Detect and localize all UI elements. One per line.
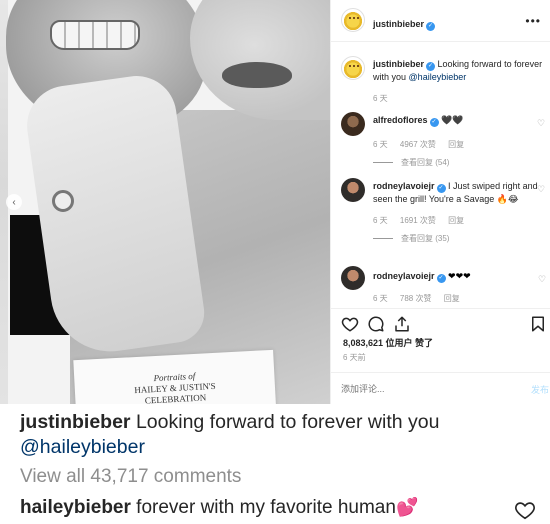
verified-badge-icon: ✓: [436, 184, 446, 193]
comment-time: 6 天: [373, 140, 388, 149]
comment-avatar[interactable]: [341, 178, 365, 202]
more-options-icon[interactable]: •••: [525, 14, 541, 28]
post-card: Portraits of HAILEY & JUSTIN'S CELEBRATI…: [0, 0, 550, 404]
replies-dash: [373, 162, 393, 163]
comment-item: rodneylavoiejr ✓ ❤❤❤ 6 天 788 次赞 回复: [373, 270, 541, 302]
verified-badge-icon: ✓: [426, 22, 436, 31]
comment-like-heart-icon[interactable]: ♡: [537, 274, 547, 284]
comment-item: rodneylavoiejr ✓ I Just swiped right and …: [373, 180, 541, 244]
share-icon[interactable]: [393, 315, 411, 333]
likes-count[interactable]: 8,083,621 位用户 赞了: [343, 336, 433, 349]
bottom-comment-username[interactable]: haileybieber: [20, 497, 131, 518]
comment-reply-button[interactable]: 回复: [448, 140, 464, 149]
bottom-caption-text: Looking forward to forever with you: [135, 411, 440, 433]
comment-meta: 6 天 788 次赞 回复: [373, 293, 541, 302]
like-heart-icon[interactable]: [341, 315, 359, 333]
comment-reply-button[interactable]: 回复: [448, 216, 464, 225]
bottom-comment: haileybieber forever with my favorite hu…: [20, 497, 418, 519]
caption: justinbieber ✓ Looking forward to forever…: [373, 58, 543, 104]
photo-lips: [222, 62, 292, 88]
view-replies-label[interactable]: 查看回复 (54): [401, 157, 449, 168]
comment-likes[interactable]: 4967 次赞: [400, 140, 436, 149]
bottom-comment-text: forever with my favorite human: [136, 497, 396, 518]
publish-button[interactable]: 发布: [531, 383, 549, 396]
caption-mention[interactable]: @haileybieber: [409, 72, 467, 82]
comment-like-heart-icon[interactable]: ♡: [536, 118, 546, 128]
photo-program-text: Portraits of HAILEY & JUSTIN'S CELEBRATI…: [109, 369, 241, 404]
comment-text: rodneylavoiejr ✓ ❤❤❤: [373, 270, 541, 283]
comment-avatar[interactable]: [341, 266, 365, 290]
caption-text: justinbieber ✓ Looking forward to forever…: [373, 58, 543, 83]
comment-body: 🖤🖤: [441, 115, 464, 125]
replies-dash: [373, 238, 393, 239]
add-comment-bar: 发布: [331, 372, 550, 404]
comment-username[interactable]: rodneylavoiejr: [373, 271, 435, 281]
post-photo[interactable]: Portraits of HAILEY & JUSTIN'S CELEBRATI…: [0, 0, 330, 404]
comment-time: 6 天: [373, 294, 388, 302]
comment-time: 6 天: [373, 216, 388, 225]
view-all-comments[interactable]: View all 43,717 comments: [20, 466, 241, 488]
comment-item: alfredoflores ✓ 🖤🖤 6 天 4967 次赞 回复 查看回复 (5…: [373, 114, 543, 168]
view-replies[interactable]: 查看回复 (35): [373, 233, 541, 244]
header-username[interactable]: justinbieber: [373, 19, 424, 29]
bottom-mention[interactable]: @haileybieber: [20, 436, 145, 458]
comment-text: rodneylavoiejr ✓ I Just swiped right and …: [373, 180, 541, 205]
comment-likes[interactable]: 1691 次赞: [400, 216, 436, 225]
header-user: justinbieber ✓: [373, 14, 436, 32]
photo-ring: [52, 190, 74, 212]
comment-clip: rodneylavoiejr ✓ ❤❤❤ 6 天 788 次赞 回复 ♡: [331, 262, 550, 302]
bottom-caption: justinbieber Looking forward to forever …: [20, 410, 540, 460]
comment-meta: 6 天 4967 次赞 回复: [373, 139, 543, 150]
comment-text: alfredoflores ✓ 🖤🖤: [373, 114, 543, 127]
comment-bubble-icon[interactable]: [367, 315, 385, 333]
caption-username[interactable]: justinbieber: [373, 59, 424, 69]
comments-panel: justinbieber ✓ ••• justinbieber ✓ Looking …: [330, 0, 550, 404]
comment-likes[interactable]: 788 次赞: [400, 294, 432, 302]
comment-meta: 6 天 1691 次赞 回复: [373, 215, 541, 226]
bookmark-icon[interactable]: [529, 315, 547, 333]
action-bar: [331, 308, 550, 338]
carousel-prev-icon[interactable]: ‹: [6, 194, 22, 210]
comment-like-heart-icon[interactable]: ♡: [536, 184, 546, 194]
comment-like-heart-icon[interactable]: [514, 499, 536, 521]
post-header: justinbieber ✓ •••: [331, 0, 550, 42]
caption-avatar[interactable]: [341, 56, 365, 80]
photo-grill: [50, 20, 140, 50]
comment-avatar[interactable]: [341, 112, 365, 136]
comment-username[interactable]: alfredoflores: [373, 115, 428, 125]
caption-time: 6 天: [373, 94, 388, 103]
heart-emoji-icon: 💕: [395, 497, 419, 517]
view-replies[interactable]: 查看回复 (54): [373, 157, 543, 168]
verified-badge-icon: ✓: [429, 118, 439, 127]
post-time: 6 天前: [343, 353, 366, 362]
avatar[interactable]: [341, 8, 365, 32]
comment-reply-button[interactable]: 回复: [444, 294, 460, 302]
comment-username[interactable]: rodneylavoiejr: [373, 181, 435, 191]
comment-body: ❤❤❤: [448, 271, 471, 281]
verified-badge-icon: ✓: [426, 62, 436, 71]
verified-badge-icon: ✓: [436, 274, 446, 283]
view-replies-label[interactable]: 查看回复 (35): [401, 233, 449, 244]
bottom-username[interactable]: justinbieber: [20, 411, 131, 433]
bottom-caption-area: justinbieber Looking forward to forever …: [0, 404, 550, 524]
add-comment-input[interactable]: [341, 382, 491, 396]
